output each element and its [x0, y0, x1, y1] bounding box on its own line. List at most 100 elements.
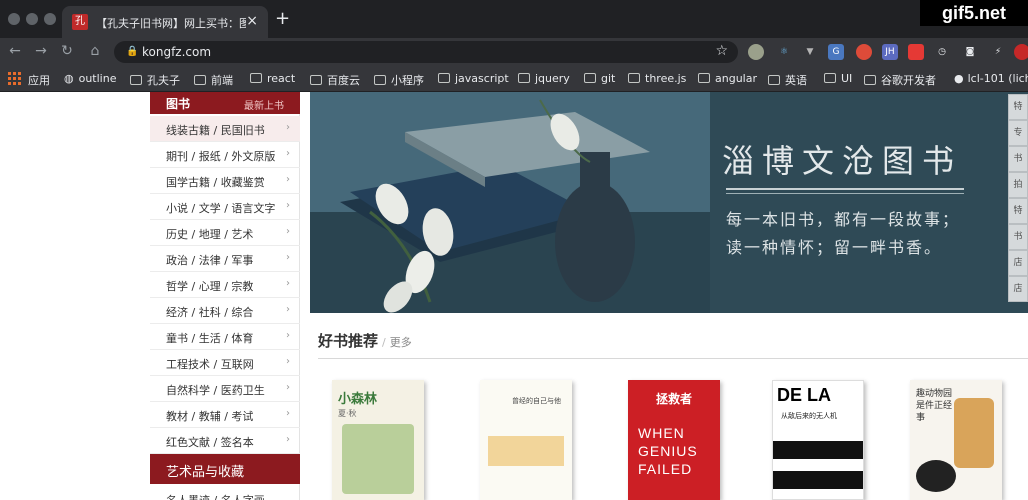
bookmark-google-dev[interactable]: 谷歌开发者	[864, 72, 936, 88]
book-cover[interactable]: 小森林 夏·秋	[332, 380, 424, 500]
bookmark-javascript[interactable]: javascript	[438, 72, 509, 88]
sidebar-item-label: 期刊 / 报纸 / 外文原版	[166, 150, 276, 163]
sidebar-item[interactable]: 小说 / 文学 / 语言文字 ›	[150, 194, 300, 220]
sidebar-item[interactable]: 工程技术 / 互联网 ›	[150, 350, 300, 376]
side-tab[interactable]: 特	[1008, 94, 1028, 120]
book-cover[interactable]: DE LA 从敌后来的无人机	[772, 380, 864, 500]
book-cover[interactable]: 曾经的自己与他	[480, 380, 572, 500]
side-tab[interactable]: 拍	[1008, 172, 1028, 198]
bookmark-angular[interactable]: angular	[698, 72, 757, 88]
extension-red-icon[interactable]	[1014, 44, 1028, 60]
bookmark-outline[interactable]: ◍ outline	[64, 72, 116, 88]
sidebar-item[interactable]: 历史 / 地理 / 艺术 ›	[150, 220, 300, 246]
chrome-extension-icon[interactable]	[856, 44, 872, 60]
bookmark-react[interactable]: react	[250, 72, 295, 88]
sidebar-title[interactable]: 图书	[166, 95, 190, 112]
chevron-right-icon: ›	[286, 304, 290, 315]
bookmark-github[interactable]: ● lcl-101 (lich	[954, 72, 1028, 88]
folder-icon	[518, 73, 530, 83]
back-arrow-icon[interactable]: ←	[6, 43, 24, 59]
bookmark-jquery[interactable]: jquery	[518, 72, 570, 88]
bookmark-label: 谷歌开发者	[881, 74, 936, 87]
bookmark-label: UI	[841, 72, 853, 85]
lock-icon: 🔒	[126, 46, 139, 57]
bookmark-git[interactable]: git	[584, 72, 615, 88]
color-picker-icon[interactable]	[908, 44, 924, 60]
bookmark-label: git	[601, 72, 616, 85]
apps-grid-icon	[8, 72, 22, 86]
book-stripe	[773, 441, 863, 459]
extension-circle-icon[interactable]	[748, 44, 764, 60]
sidebar-item[interactable]: 名人墨迹 / 名人字画	[150, 486, 300, 500]
banner-tagline-1: 每一本旧书，都有一段故事；	[726, 210, 961, 229]
bookmark-label: outline	[78, 72, 117, 85]
tab-title: 【孔夫子旧书网】网上买书：图	[96, 17, 246, 30]
side-tab[interactable]: 特	[1008, 198, 1028, 224]
bookmark-miniprogram[interactable]: 小程序	[374, 72, 424, 88]
bookmark-apps[interactable]: 应用	[28, 72, 50, 88]
latest-books-link[interactable]: 最新上书	[244, 97, 284, 112]
bookmark-frontend[interactable]: 前端	[194, 72, 233, 88]
window-minimize-dot[interactable]	[26, 13, 38, 25]
bookmark-kongfuzi[interactable]: 孔夫子	[130, 72, 180, 88]
side-tab[interactable]: 书	[1008, 146, 1028, 172]
bookmark-threejs[interactable]: three.js	[628, 72, 686, 88]
side-tab[interactable]: 书	[1008, 224, 1028, 250]
sidebar-item[interactable]: 哲学 / 心理 / 宗教 ›	[150, 272, 300, 298]
sidebar-item[interactable]: 线装古籍 / 民国旧书 ›	[150, 116, 300, 142]
banner-tagline-2: 读一种情怀；留一畔书香。	[726, 238, 943, 257]
bookmark-label: 英语	[785, 74, 807, 87]
bookmark-label: 百度云	[327, 74, 360, 87]
bookmark-ui[interactable]: UI	[824, 72, 852, 88]
sidebar-item[interactable]: 国学古籍 / 收藏鉴赏 ›	[150, 168, 300, 194]
book-subtitle: 夏·秋	[338, 409, 357, 418]
reload-icon[interactable]: ↻	[58, 43, 76, 59]
bookmark-label: angular	[715, 72, 757, 85]
sidebar-item[interactable]: 政治 / 法律 / 军事 ›	[150, 246, 300, 272]
url-text[interactable]: kongfz.com	[142, 45, 211, 59]
chevron-right-icon: ›	[286, 356, 290, 367]
window-close-dot[interactable]	[8, 13, 20, 25]
side-tab[interactable]: 店	[1008, 276, 1028, 302]
sidebar-item[interactable]: 自然科学 / 医药卫生 ›	[150, 376, 300, 402]
home-icon[interactable]: ⌂	[86, 43, 104, 59]
folder-icon	[374, 75, 386, 85]
bolt-icon[interactable]: ⚡	[990, 44, 1006, 60]
camera-icon[interactable]: ◙	[962, 44, 978, 60]
sidebar-category-header[interactable]: 艺术品与收藏	[150, 454, 300, 484]
bookmark-star-icon[interactable]: ☆	[715, 43, 728, 59]
clock-icon[interactable]: ◷	[934, 44, 950, 60]
bookmark-baiduyun[interactable]: 百度云	[310, 72, 360, 88]
bookmark-label: 小程序	[391, 74, 424, 87]
browser-tab[interactable]: 孔 【孔夫子旧书网】网上买书：图 ×	[62, 6, 268, 38]
bookmarks-bar: 应用 ◍ outline 孔夫子 前端 react 百度云 小程序 javascr…	[0, 66, 1028, 92]
sidebar-item-label: 哲学 / 心理 / 宗教	[166, 280, 254, 293]
forward-arrow-icon[interactable]: →	[32, 43, 50, 59]
book-cover[interactable]: 趣动物园是件正经事	[910, 380, 1002, 500]
book-cover[interactable]: 拯救者 WHEN GENIUS FAILED	[628, 380, 720, 500]
react-devtools-icon[interactable]: ⚛	[776, 44, 792, 60]
sidebar-item[interactable]: 经济 / 社科 / 综合 ›	[150, 298, 300, 324]
sidebar-item-label: 小说 / 文学 / 语言文字	[166, 202, 276, 215]
sidebar-item-label: 自然科学 / 医药卫生	[166, 384, 265, 397]
vue-devtools-icon[interactable]: ▼	[802, 44, 818, 60]
translate-icon[interactable]: G	[828, 44, 844, 60]
sidebar-item-label: 名人墨迹 / 名人字画	[166, 492, 265, 500]
side-tab[interactable]: 店	[1008, 250, 1028, 276]
bookmark-english[interactable]: 英语	[768, 72, 807, 88]
side-tab[interactable]: 专	[1008, 120, 1028, 146]
sidebar-item[interactable]: 红色文献 / 签名本 ›	[150, 428, 300, 454]
window-maximize-dot[interactable]	[44, 13, 56, 25]
sidebar-item[interactable]: 童书 / 生活 / 体育 ›	[150, 324, 300, 350]
jh-extension-icon[interactable]: JH	[882, 44, 898, 60]
bookmark-label: react	[267, 72, 296, 85]
new-tab-button[interactable]: +	[275, 10, 290, 28]
folder-icon	[250, 73, 262, 83]
folder-icon	[130, 75, 142, 85]
sidebar-item[interactable]: 教材 / 教辅 / 考试 ›	[150, 402, 300, 428]
section-more-link[interactable]: / 更多	[382, 334, 412, 350]
hero-banner[interactable]: 淄博文沧图书 每一本旧书，都有一段故事； 读一种情怀；留一畔书香。 特 专 书 …	[310, 92, 1028, 313]
sidebar-item[interactable]: 期刊 / 报纸 / 外文原版 ›	[150, 142, 300, 168]
tab-close-icon[interactable]: ×	[246, 13, 258, 29]
address-bar[interactable]: 🔒 kongfz.com ☆	[114, 41, 738, 63]
